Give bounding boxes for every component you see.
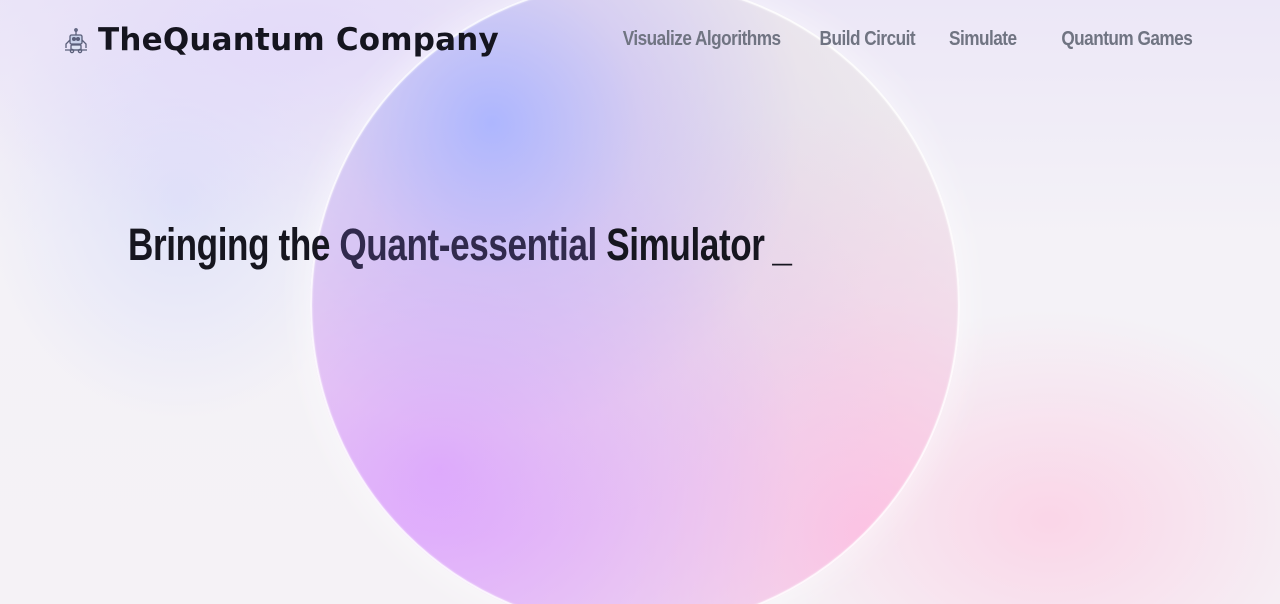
hero-headline: Bringing the Quant-essential Simulator _	[128, 218, 792, 272]
main-nav: Visualize Algorithms Build Circuit Simul…	[597, 24, 1192, 54]
hero-accent-word: Quant-essential	[339, 219, 597, 270]
nav-quantum-games[interactable]: Quantum Games	[1061, 24, 1192, 54]
robot-icon	[65, 28, 87, 54]
site-header: TheQuantum Company Visualize Algorithms …	[0, 0, 1280, 80]
hero-orb-rim	[310, 0, 960, 604]
hero-prefix: Bringing the	[128, 219, 340, 270]
hero-suffix: Simulator	[596, 219, 765, 270]
nav-build-circuit[interactable]: Build Circuit	[820, 24, 916, 54]
brand-name: TheQuantum Company	[98, 22, 499, 58]
page: TheQuantum Company Visualize Algorithms …	[0, 0, 1280, 604]
typing-cursor: _	[772, 219, 792, 270]
brand-home-link[interactable]: TheQuantum Company	[62, 18, 499, 62]
nav-simulate[interactable]: Simulate	[949, 24, 1017, 54]
nav-visualize-algorithms[interactable]: Visualize Algorithms	[623, 24, 781, 54]
